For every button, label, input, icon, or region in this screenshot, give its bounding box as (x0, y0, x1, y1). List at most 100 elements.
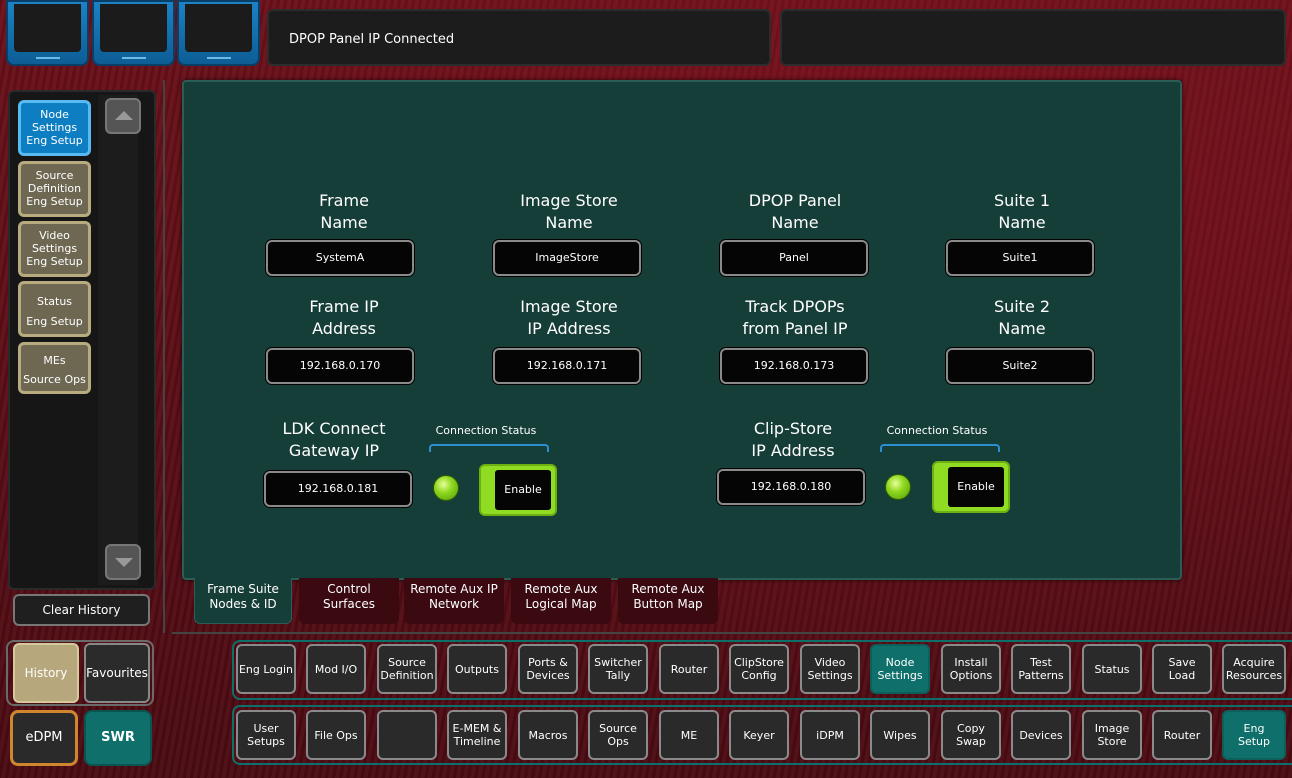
frame-name-title: Frame Name (254, 190, 434, 234)
source-definition-button[interactable]: Source Definition (377, 644, 437, 694)
router-eng-button[interactable]: Router (659, 644, 719, 694)
title-line: Suite 1 (993, 191, 1051, 210)
ports-devices-button[interactable]: Ports & Devices (518, 644, 578, 694)
suite1-name-title: Suite 1 Name (932, 190, 1112, 234)
clipstore-config-button[interactable]: ClipStore Config (729, 644, 789, 694)
ldk-enable-button[interactable]: Enable (479, 464, 557, 516)
clear-history-button[interactable]: Clear History (13, 594, 150, 626)
title-line: Frame IP (309, 297, 379, 316)
mod-io-button[interactable]: Mod I/O (306, 644, 366, 694)
idpm-button[interactable]: iDPM (800, 710, 860, 760)
node-settings-button[interactable]: Node Settings (870, 644, 930, 694)
clip-store-ip-field[interactable]: 192.168.0.180 (717, 469, 865, 505)
favourites-button[interactable]: Favourites (84, 643, 150, 703)
emem-timeline-button[interactable]: E-MEM & Timeline (447, 710, 507, 760)
image-store-name-field[interactable]: ImageStore (493, 240, 641, 276)
scroll-up-button[interactable] (105, 98, 141, 134)
top-shortcut-3[interactable] (177, 0, 260, 66)
tab-line: Remote Aux (524, 582, 598, 596)
tab-remote-aux-ip-network[interactable]: Remote Aux IP Network (404, 578, 504, 624)
history-item-sub: Eng Setup (26, 134, 83, 147)
connection-status-bracket (429, 444, 549, 452)
image-store-ip-title: Image Store IP Address (479, 296, 659, 340)
tab-line: Logical Map (525, 597, 597, 611)
history-item-label: Source Definition (27, 169, 82, 195)
history-button[interactable]: History (13, 643, 79, 703)
top-shortcut-1[interactable] (6, 0, 89, 66)
history-item-sub: Eng Setup (26, 255, 83, 268)
video-settings-button[interactable]: Video Settings (800, 644, 860, 694)
me-button[interactable]: ME (659, 710, 719, 760)
enable-label: Enable (495, 470, 551, 510)
blank-button[interactable] (377, 710, 437, 760)
title-line: Name (320, 213, 368, 232)
status-button[interactable]: Status (1082, 644, 1142, 694)
source-ops-button[interactable]: Source Ops (588, 710, 648, 760)
left-divider (163, 80, 165, 633)
eng-setup-button[interactable]: Eng Setup (1222, 710, 1286, 760)
tab-frame-suite-nodes[interactable]: Frame Suite Nodes & ID (194, 578, 292, 624)
devices-button[interactable]: Devices (1011, 710, 1071, 760)
suite1-name-field[interactable]: Suite1 (946, 240, 1094, 276)
clip-store-enable-button[interactable]: Enable (932, 461, 1010, 513)
ldk-gateway-field[interactable]: 192.168.0.181 (264, 471, 412, 507)
title-line: Name (771, 213, 819, 232)
tab-remote-aux-button-map[interactable]: Remote Aux Button Map (618, 578, 718, 624)
secondary-message (780, 9, 1286, 66)
image-store-button[interactable]: Image Store (1082, 710, 1142, 760)
ldk-status-led-icon (433, 475, 459, 501)
user-setups-button[interactable]: User Setups (236, 710, 296, 760)
track-dpops-title: Track DPOPs from Panel IP (705, 296, 885, 340)
eng-login-button[interactable]: Eng Login (236, 644, 296, 694)
file-ops-button[interactable]: File Ops (306, 710, 366, 760)
title-line: Image Store (520, 297, 618, 316)
history-item-source-definition[interactable]: Source Definition Eng Setup (18, 161, 91, 217)
frame-ip-field[interactable]: 192.168.0.170 (266, 348, 414, 384)
install-options-button[interactable]: Install Options (941, 644, 1001, 694)
router-button[interactable]: Router (1152, 710, 1212, 760)
history-item-node-settings[interactable]: Node Settings Eng Setup (18, 100, 91, 156)
history-item-label: Video Settings (31, 229, 78, 255)
node-settings-panel: Frame Name Image Store Name DPOP Panel N… (182, 80, 1182, 580)
clip-store-connection-status-label: Connection Status (886, 424, 988, 437)
chevron-up-icon (115, 111, 133, 120)
title-line: Image Store (520, 191, 618, 210)
dpop-panel-name-field[interactable]: Panel (720, 240, 868, 276)
switcher-tally-button[interactable]: Switcher Tally (588, 644, 648, 694)
scroll-down-button[interactable] (105, 544, 141, 580)
tab-line: Surfaces (323, 597, 375, 611)
title-line: IP Address (751, 441, 835, 460)
outputs-button[interactable]: Outputs (447, 644, 507, 694)
clip-store-status-led-icon (885, 474, 911, 500)
acquire-resources-button[interactable]: Acquire Resources (1222, 644, 1286, 694)
title-line: Track DPOPs (745, 297, 845, 316)
copy-swap-button[interactable]: Copy Swap (941, 710, 1001, 760)
image-store-ip-field[interactable]: 192.168.0.171 (493, 348, 641, 384)
title-line: LDK Connect (282, 419, 386, 438)
edpm-button[interactable]: eDPM (10, 710, 78, 766)
tab-control-surfaces[interactable]: Control Surfaces (299, 578, 399, 624)
tab-remote-aux-logical-map[interactable]: Remote Aux Logical Map (511, 578, 611, 624)
frame-name-field[interactable]: SystemA (266, 240, 414, 276)
ldk-gateway-title: LDK Connect Gateway IP (244, 418, 424, 462)
keyer-button[interactable]: Keyer (729, 710, 789, 760)
tab-line: Control (327, 582, 371, 596)
save-load-button[interactable]: Save Load (1152, 644, 1212, 694)
swr-button[interactable]: SWR (84, 710, 152, 766)
suite2-name-field[interactable]: Suite2 (946, 348, 1094, 384)
macros-button[interactable]: Macros (518, 710, 578, 760)
history-item-video-settings[interactable]: Video Settings Eng Setup (18, 221, 91, 277)
track-dpops-field[interactable]: 192.168.0.173 (720, 348, 868, 384)
title-line: IP Address (527, 319, 611, 338)
ldk-connection-status-label: Connection Status (435, 424, 537, 437)
top-shortcut-2[interactable] (92, 0, 175, 66)
test-patterns-button[interactable]: Test Patterns (1011, 644, 1071, 694)
history-item-status[interactable]: Status Eng Setup (18, 281, 91, 337)
tab-line: Button Map (633, 597, 703, 611)
history-scrollbar[interactable] (98, 95, 138, 585)
status-message: DPOP Panel IP Connected (267, 9, 771, 66)
wipes-button[interactable]: Wipes (870, 710, 930, 760)
title-line: Clip-Store (753, 419, 833, 438)
history-item-mes[interactable]: MEs Source Ops (18, 342, 91, 394)
suite2-name-title: Suite 2 Name (932, 296, 1112, 340)
